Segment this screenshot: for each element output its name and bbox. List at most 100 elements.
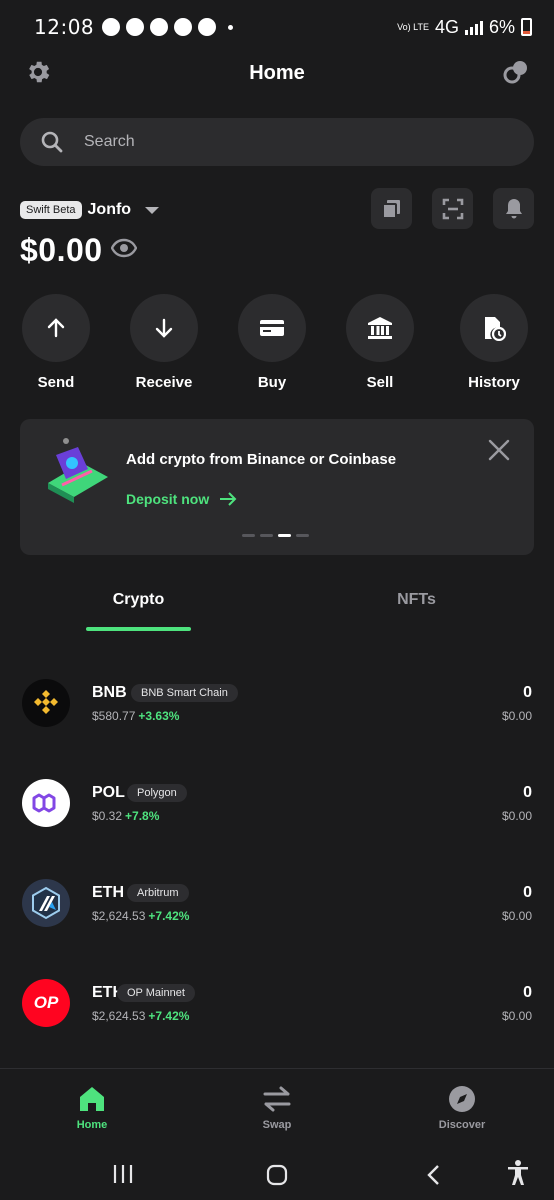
network-chip: BNB Smart Chain [131, 684, 238, 702]
home-icon [80, 1087, 104, 1111]
send-circle [22, 294, 90, 362]
buy-circle [238, 294, 306, 362]
asset-symbol: BNB [92, 684, 127, 701]
recent-apps-icon[interactable] [112, 1164, 134, 1189]
quick-actions: Send Receive Buy Sell History [22, 294, 534, 391]
active-tab-indicator [86, 627, 191, 631]
asset-price-value: $2,624.53 [92, 1009, 146, 1023]
battery-icon [521, 18, 532, 36]
carousel-dots [242, 534, 309, 537]
facebook-icon [198, 18, 217, 36]
asset-price-value: $0.32 [92, 809, 123, 823]
asset-change: +7.42% [148, 1009, 190, 1023]
carousel-dot[interactable] [260, 534, 273, 537]
asset-amount: 0 [523, 684, 532, 701]
accessibility-icon[interactable] [506, 1160, 530, 1191]
history-circle [460, 294, 528, 362]
nav-swap-label: Swap [262, 1119, 292, 1131]
wallet-actions [371, 188, 534, 229]
alert-icon [150, 18, 169, 36]
sell-circle [346, 294, 414, 362]
asset-price: $580.77 +3.63% [92, 709, 179, 723]
asset-amount: 0 [523, 784, 532, 801]
asset-row-bnb[interactable]: BNB BNB Smart Chain $580.77 +3.63% 0 $0.0… [0, 654, 554, 754]
carousel-dot[interactable] [242, 534, 255, 537]
battery-percent: 6% [488, 16, 515, 37]
network-chip: Polygon [127, 784, 187, 802]
tab-nfts[interactable]: NFTs [364, 578, 469, 622]
back-icon[interactable] [425, 1164, 441, 1191]
op-logo-icon: OP [22, 979, 70, 1027]
search-bar[interactable]: Search [20, 118, 534, 166]
close-icon[interactable] [488, 439, 510, 466]
telegram-icon [126, 18, 145, 36]
status-bar: 12:08 Vo) LTE 4G 6% [0, 0, 554, 54]
scan-icon [442, 198, 463, 219]
promo-card[interactable]: Add crypto from Binance or Coinbase Depo… [20, 419, 534, 555]
eye-icon[interactable] [110, 238, 137, 263]
sell-button[interactable]: Sell [346, 294, 414, 391]
app-header: Home [0, 52, 554, 94]
deposit-now-link[interactable]: Deposit now [126, 491, 237, 507]
gear-icon[interactable] [24, 58, 52, 91]
asset-value: $0.00 [501, 809, 532, 823]
asset-price: $2,624.53 +7.42% [92, 1009, 189, 1023]
buy-button[interactable]: Buy [238, 294, 306, 391]
volte-indicator: Vo) LTE [397, 21, 429, 32]
tab-crypto[interactable]: Crypto [86, 578, 191, 622]
bank-icon [368, 317, 392, 339]
arrow-right-icon [220, 492, 237, 506]
nav-discover[interactable]: Discover [417, 1085, 507, 1131]
asset-change: +7.8% [125, 809, 160, 823]
asset-symbol: ETH [92, 884, 124, 901]
copy-address-button[interactable] [371, 188, 412, 229]
coins-icon[interactable] [502, 58, 530, 91]
network-chip: OP Mainnet [117, 984, 195, 1002]
wallet-illustration-icon [42, 435, 114, 512]
page-title: Home [249, 61, 305, 84]
wallet-name[interactable]: Jonfo [88, 201, 132, 219]
nav-home[interactable]: Home [47, 1085, 137, 1131]
asset-price-value: $2,624.53 [92, 909, 146, 923]
whatsapp-icon [174, 18, 193, 36]
asset-value: $0.00 [501, 909, 532, 923]
asset-row-eth-arbitrum[interactable]: ETH Arbitrum $2,624.53 +7.42% 0 $0.00 [0, 854, 554, 954]
send-button[interactable]: Send [22, 294, 90, 391]
asset-row-pol[interactable]: POL Polygon $0.32 +7.8% 0 $0.00 [0, 754, 554, 854]
home-system-icon[interactable] [266, 1164, 288, 1191]
chevron-down-icon[interactable] [145, 206, 160, 214]
search-input[interactable]: Search [84, 133, 135, 151]
carousel-dot[interactable] [296, 534, 309, 537]
asset-price: $2,624.53 +7.42% [92, 909, 189, 923]
wallet-selector-row: Swift Beta Jonfo [20, 188, 534, 232]
arrow-down-icon [155, 318, 173, 338]
receive-circle [130, 294, 198, 362]
asset-tabs: Crypto NFTs [0, 578, 554, 632]
scan-button[interactable] [432, 188, 473, 229]
asset-change: +7.42% [148, 909, 190, 923]
swap-icon [263, 1086, 291, 1112]
more-notifications-icon [228, 24, 234, 30]
bnb-logo-icon [22, 679, 70, 727]
bell-icon [505, 198, 522, 218]
promo-title: Add crypto from Binance or Coinbase [126, 451, 397, 468]
beta-badge: Swift Beta [20, 201, 82, 219]
asset-row-eth-optimism[interactable]: OP ETH OP Mainnet $2,624.53 +7.42% 0 $0.0… [0, 954, 554, 1054]
network-chip: Arbitrum [127, 884, 189, 902]
balance-display: $0.00 [20, 232, 137, 269]
asset-symbol: POL [92, 784, 125, 801]
status-time: 12:08 [34, 15, 95, 39]
nav-home-label: Home [76, 1119, 108, 1131]
asset-price: $0.32 +7.8% [92, 809, 159, 823]
asset-amount: 0 [523, 884, 532, 901]
balance-amount: $0.00 [20, 232, 103, 268]
receive-button[interactable]: Receive [130, 294, 198, 391]
asset-change: +3.63% [138, 709, 180, 723]
notifications-button[interactable] [493, 188, 534, 229]
carousel-dot-active[interactable] [278, 534, 291, 537]
history-button[interactable]: History [454, 294, 534, 391]
messages-icon [102, 18, 121, 36]
asset-amount: 0 [523, 984, 532, 1001]
op-logo-text: OP [33, 993, 59, 1012]
nav-swap[interactable]: Swap [232, 1085, 322, 1131]
